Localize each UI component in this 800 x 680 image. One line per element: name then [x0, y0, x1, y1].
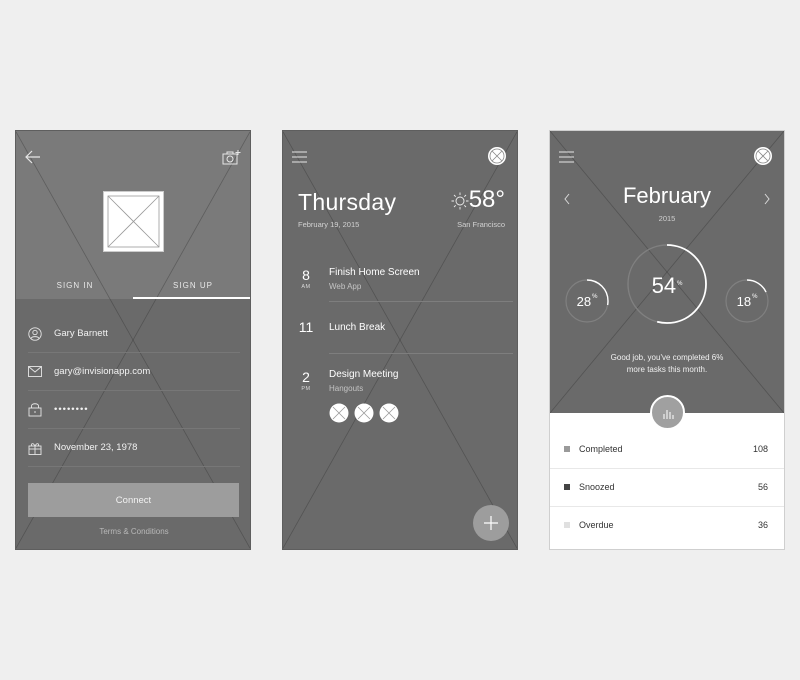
password-value: •••••••• [54, 404, 89, 415]
ring-value-left: 28% [564, 294, 610, 309]
stat-label: Overdue [579, 520, 614, 530]
progress-message: Good job, you've completed 6% more tasks… [550, 352, 784, 376]
ring-value-main: 54% [626, 273, 708, 299]
event-title[interactable]: Finish Home Screen [329, 267, 420, 278]
stats-screen: February 2015 28% 54% 18% Good job, you'… [549, 130, 785, 550]
legend-swatch [564, 446, 570, 452]
signup-screen: SIGN IN SIGN UP Gary Barnett gary@invisi… [15, 130, 251, 550]
event-subtitle: Hangouts [329, 384, 364, 393]
sun-icon [451, 192, 469, 210]
event-title[interactable]: Lunch Break [329, 322, 385, 333]
ring-unit: % [677, 281, 683, 287]
attendee-avatar[interactable] [379, 403, 399, 423]
ring-number: 28 [576, 294, 592, 309]
ring-unit: % [752, 294, 758, 300]
ring-number: 54 [651, 273, 677, 298]
menu-icon[interactable] [292, 151, 307, 163]
birthday-field[interactable]: November 23, 1978 [28, 429, 240, 467]
year-subtitle: 2015 [658, 214, 676, 223]
name-field[interactable]: Gary Barnett [28, 315, 240, 353]
add-icon [484, 516, 498, 530]
connect-button[interactable]: Connect [28, 483, 239, 517]
tab-sign-up[interactable]: SIGN UP [134, 281, 250, 290]
event-time: 8 [302, 267, 310, 283]
event-time: 11 [298, 319, 314, 335]
tab-sign-in[interactable]: SIGN IN [16, 281, 134, 290]
ring-unit: % [592, 294, 598, 300]
event-ampm: AM [301, 284, 311, 290]
legend-swatch [564, 484, 570, 490]
ring-number: 18 [736, 294, 752, 309]
menu-icon[interactable] [559, 151, 574, 163]
bar-chart-icon [663, 409, 673, 419]
day-title: Thursday [298, 189, 397, 215]
avatar-image-placeholder[interactable] [103, 191, 164, 252]
progress-message-line: more tasks this month. [626, 365, 708, 374]
stat-count: 36 [757, 520, 768, 530]
ring-value-right: 18% [724, 294, 770, 309]
add-photo-icon[interactable] [222, 149, 242, 166]
agenda-screen: Thursday February 19, 2015 58° San Franc… [282, 130, 518, 550]
stat-count: 108 [752, 444, 768, 454]
event-divider [329, 353, 513, 354]
terms-link[interactable]: Terms & Conditions [16, 527, 250, 536]
active-tab-indicator [133, 297, 250, 299]
stat-row-overdue[interactable]: Overdue 36 [550, 506, 784, 544]
email-value: gary@invisionapp.com [54, 366, 151, 377]
stat-label: Snoozed [579, 482, 615, 492]
stat-count: 56 [757, 482, 768, 492]
back-arrow-icon[interactable] [25, 150, 41, 164]
attendee-avatar[interactable] [329, 403, 349, 423]
add-event-button[interactable] [473, 505, 509, 541]
birthday-value: November 23, 1978 [54, 442, 138, 453]
stat-row-snoozed[interactable]: Snoozed 56 [550, 468, 784, 506]
progress-message-line: Good job, you've completed 6% [610, 353, 724, 362]
city: San Francisco [457, 220, 505, 229]
stat-label: Completed [579, 444, 623, 454]
event-subtitle: Web App [329, 282, 362, 291]
email-field[interactable]: gary@invisionapp.com [28, 353, 240, 391]
legend-swatch [564, 522, 570, 528]
close-icon[interactable] [487, 146, 507, 166]
temperature: 58° [468, 186, 505, 213]
day-date: February 19, 2015 [298, 220, 360, 229]
event-ampm: PM [301, 386, 311, 392]
event-divider [329, 301, 513, 302]
event-time: 2 [302, 369, 310, 385]
event-title[interactable]: Design Meeting [329, 369, 398, 380]
close-icon[interactable] [753, 146, 773, 166]
chart-toggle-button[interactable] [650, 395, 685, 430]
mail-icon [28, 366, 42, 377]
name-value: Gary Barnett [54, 328, 108, 339]
lock-icon [28, 403, 42, 417]
user-icon [28, 326, 42, 341]
month-title: February [622, 183, 712, 208]
gift-icon [28, 442, 42, 455]
stat-row-completed[interactable]: Completed 108 [550, 430, 784, 468]
attendee-avatar[interactable] [354, 403, 374, 423]
password-field[interactable]: •••••••• [28, 391, 240, 429]
